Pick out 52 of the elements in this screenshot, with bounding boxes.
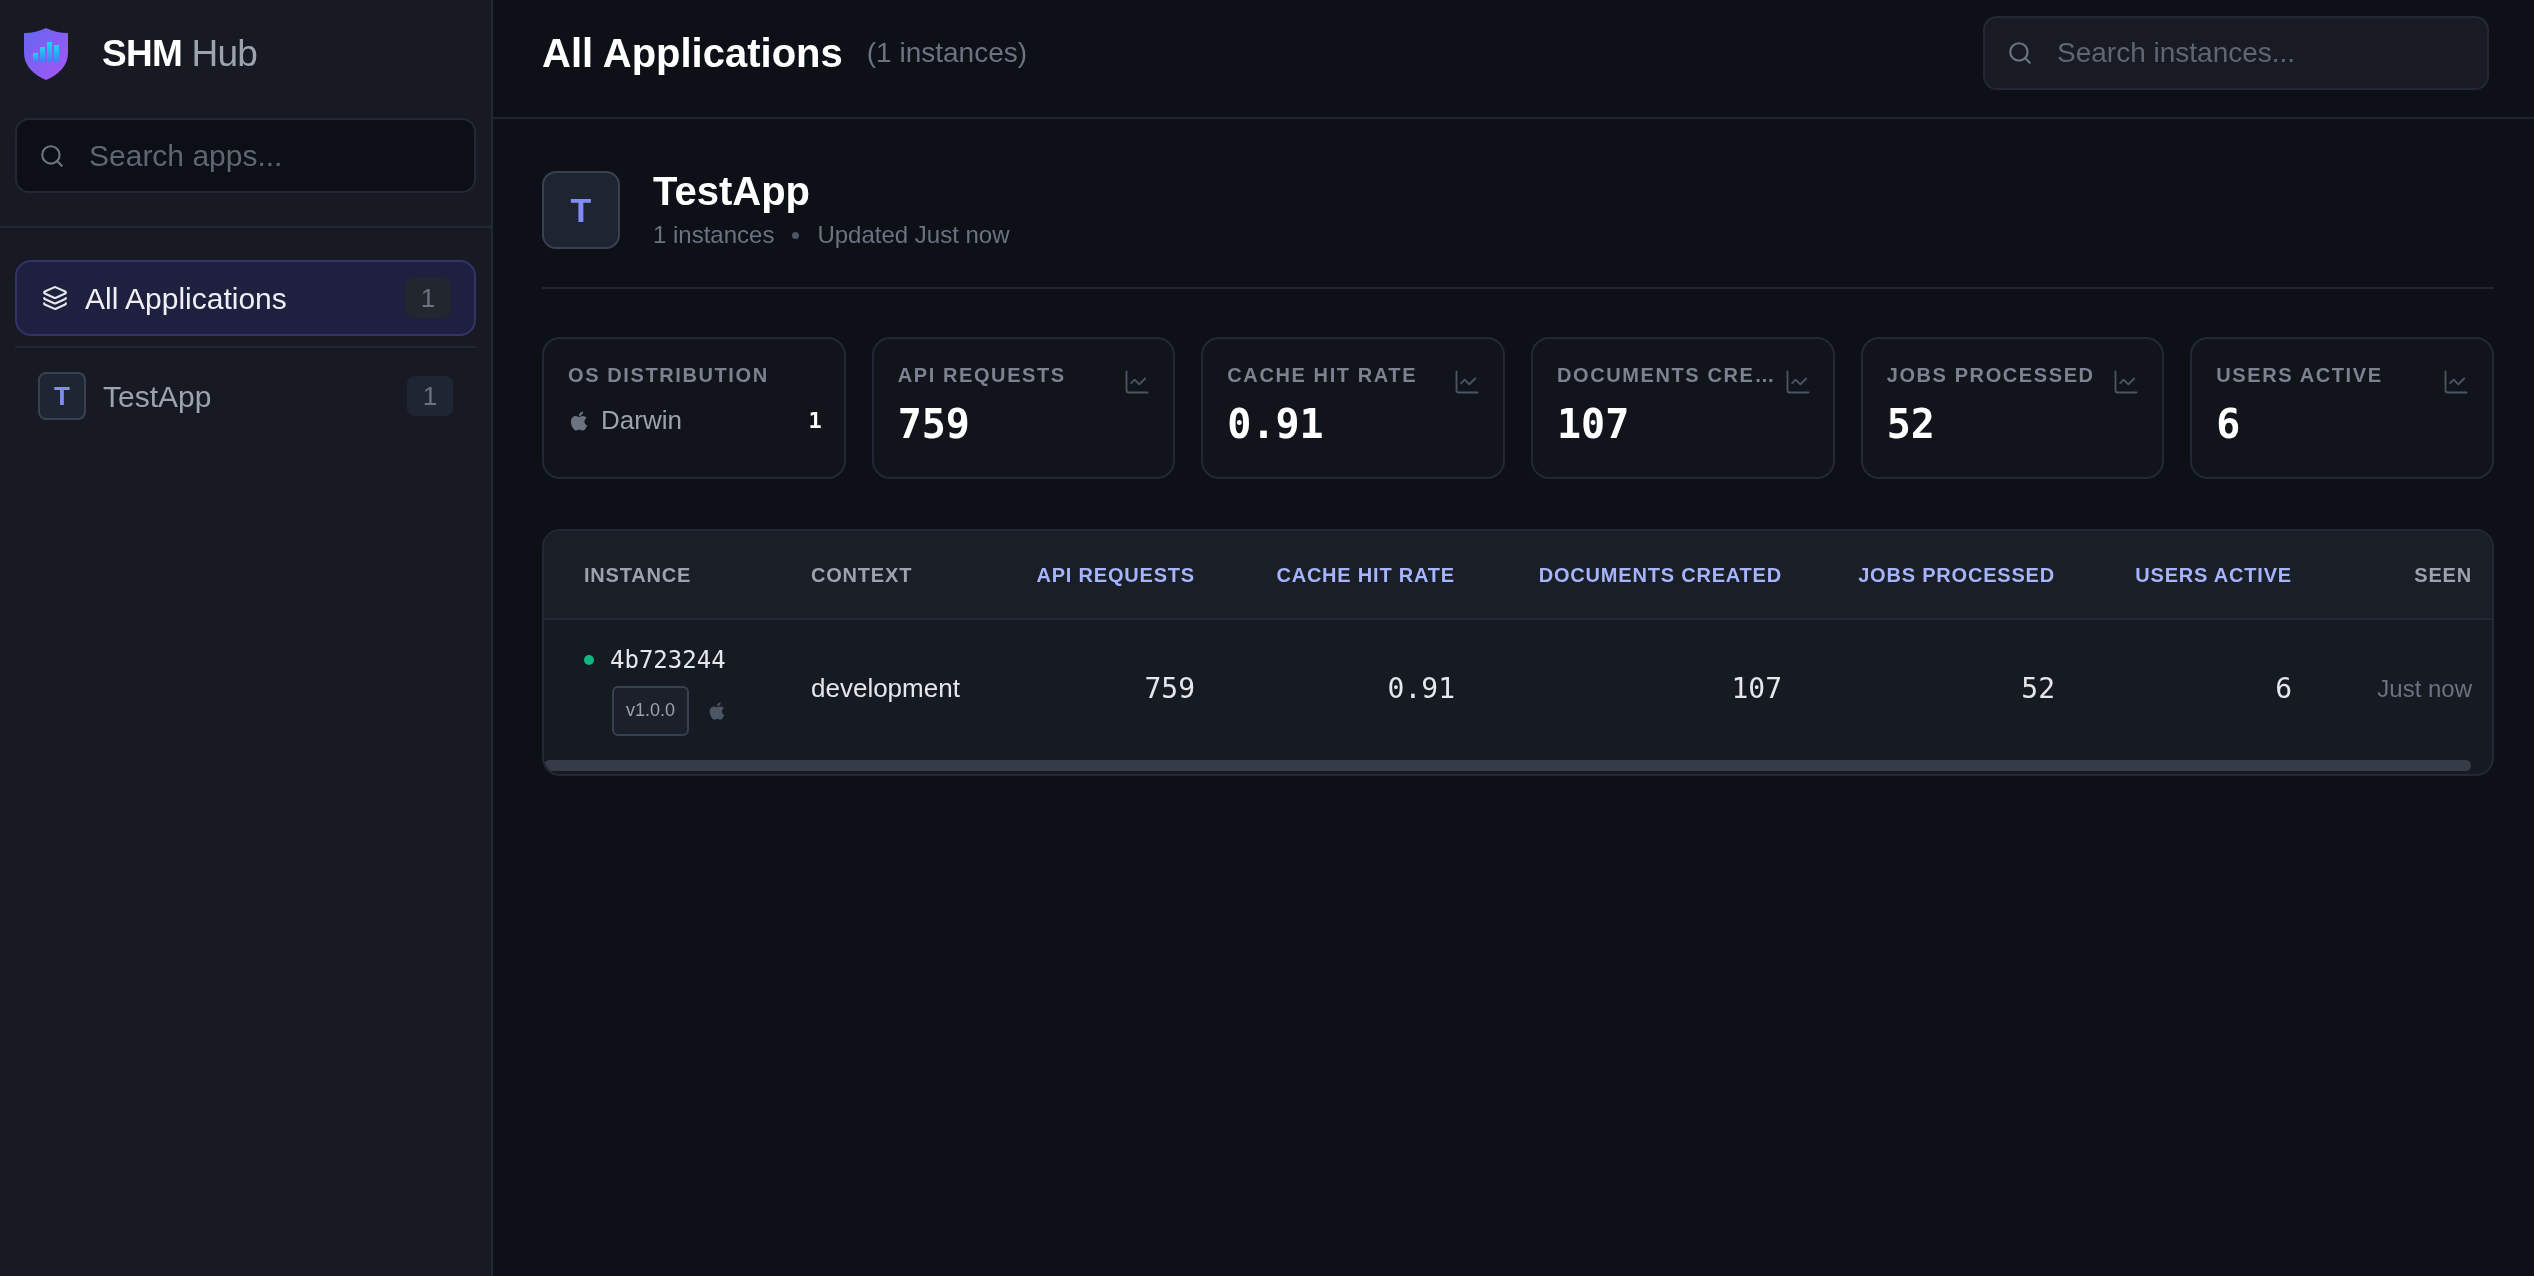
shield-logo-icon [24,28,68,80]
column-header: INSTANCE [584,562,692,588]
app-updated: Updated Just now [817,220,1010,250]
stat-value: 6 [2216,400,2242,448]
search-field[interactable]: Search apps... [15,118,476,193]
stat-value: 0.91 [1227,400,1325,448]
stat-label: USERS ACTIVE [2216,363,2383,387]
table-cell-text: Just now [2377,673,2472,704]
stat-label: DOCUMENTS CRE… [1557,363,1777,387]
search-field[interactable]: Search instances... [1983,15,2489,90]
table-cell-text: 6 [2275,670,2292,707]
sidebar-item[interactable]: T TestApp 1 [15,358,476,434]
line-chart-icon [2442,368,2470,396]
item-count: 1 [407,376,453,416]
table-cell-text: development [811,672,960,705]
column-header: CACHE HIT RATE [1276,562,1455,588]
search-icon [2007,39,2033,66]
item-count: 1 [405,278,451,318]
page-title: All Applications [542,29,843,77]
stat-label: OS DISTRIBUTION [568,363,769,387]
stat-value: 107 [1557,400,1631,448]
app-instances: 1 instances [653,220,775,250]
search-icon [39,142,65,169]
stat-value: 52 [1886,400,1936,448]
app-avatar: T [38,372,86,420]
table-cell-text: 107 [1731,670,1782,707]
column-header: DOCUMENTS CREATED [1538,562,1782,588]
layers-icon [42,285,68,311]
instance-count: (1 instances) [866,35,1028,70]
brand-name: SHM Hub [102,32,258,77]
os-name: Darwin [601,404,683,437]
stat-label: CACHE HIT RATE [1227,363,1418,387]
apple-icon [568,409,590,432]
column-header: USERS ACTIVE [2135,562,2292,588]
stat-value: 759 [897,400,971,448]
sidebar-item[interactable]: All Applications 1 [15,260,476,336]
column-header: API REQUESTS [1036,562,1195,588]
version-tag: v1.0.0 [612,685,690,736]
app-name: TestApp [653,168,812,215]
table-cell-text: 52 [2021,670,2055,707]
line-chart-icon [1453,368,1481,396]
table-cell-text: 0.91 [1387,670,1455,707]
column-header: JOBS PROCESSED [1858,562,2055,588]
os-count: 1 [808,407,822,435]
table-cell-text: 759 [1144,670,1195,707]
horizontal-scrollbar[interactable] [544,760,2471,771]
stat-label: API REQUESTS [897,363,1066,387]
app-avatar: T [542,171,620,249]
instance-id: 4b723244 [610,644,726,676]
stat-label: JOBS PROCESSED [1886,363,2095,387]
column-header: CONTEXT [811,562,913,588]
column-header: SEEN [2414,562,2472,588]
